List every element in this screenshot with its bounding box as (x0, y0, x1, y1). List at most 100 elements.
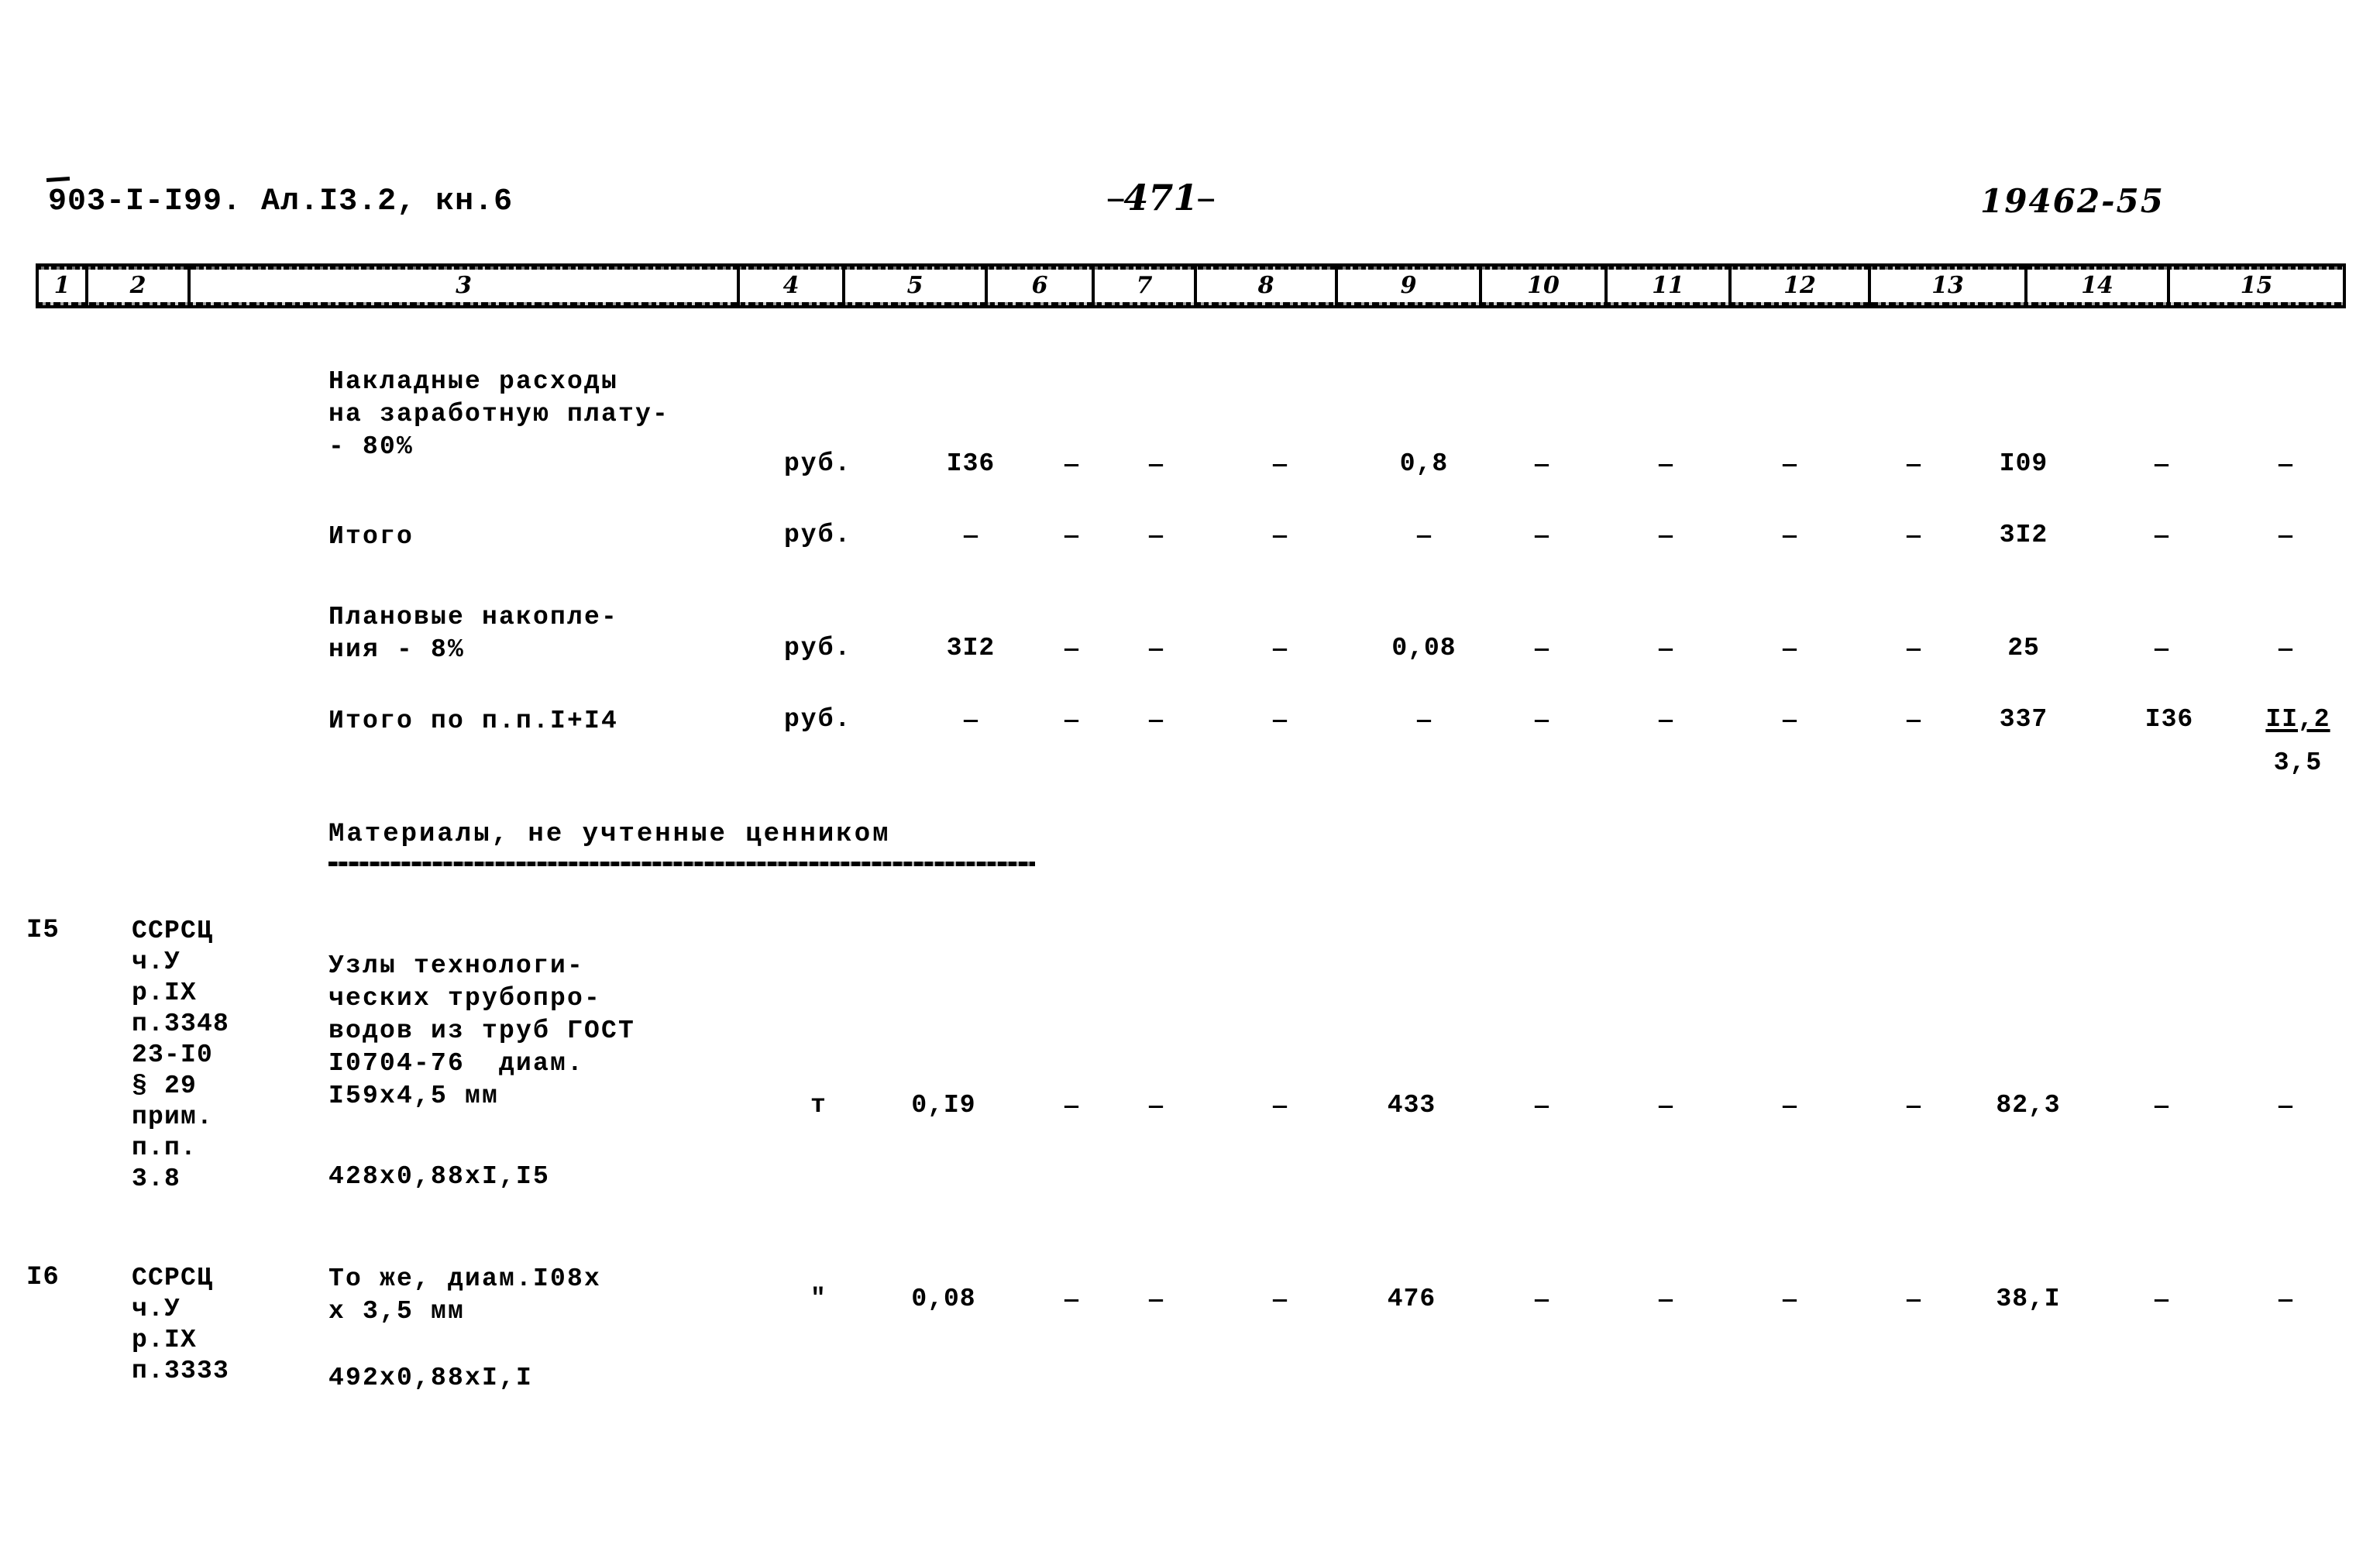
row-value-col10: — (1658, 1094, 1673, 1120)
row-value-col15: — (2278, 1094, 2293, 1120)
row-code-reference: ССРСЦ ч.У р.IХ п.3333 (132, 1264, 230, 1385)
row-value-col8: 0,8 (1399, 449, 1449, 478)
row-value-col6: — (1064, 637, 1079, 663)
row-value-col11: — (1782, 452, 1797, 479)
row-value-col9: — (1534, 1288, 1549, 1314)
row-value-col11: — (1782, 708, 1797, 734)
row-value-col8: 476 (1387, 1285, 1436, 1313)
row-description: Итого (328, 522, 414, 551)
row-value-col13: 38,I (1996, 1285, 2061, 1313)
column-header-1: 1 (39, 267, 88, 305)
row-value-col14: — (2154, 1288, 2169, 1314)
row-value-col14: — (2154, 524, 2169, 550)
column-header-14: 14 (2027, 267, 2170, 305)
row-value-col6: — (1064, 452, 1079, 479)
row-value-col10: — (1658, 1288, 1673, 1314)
row-value-col15: — (2278, 1288, 2293, 1314)
row-value-col13: 337 (1999, 705, 2048, 734)
row-value-col9: — (1534, 637, 1549, 663)
section-heading-materials: Материалы, не учтенные ценником (328, 820, 891, 849)
row-unit: руб. (784, 449, 852, 478)
page-number-dash-left: — (1108, 186, 1124, 215)
row-value-col12: — (1906, 452, 1921, 479)
row-value-col12: — (1906, 524, 1921, 550)
row-value-col6: — (1064, 524, 1079, 550)
row-number: I6 (26, 1263, 60, 1292)
row-value-col5: 3I2 (946, 634, 996, 662)
archive-stamp-number: 19462-55 (1980, 182, 2165, 220)
row-description: Узлы технологи- ческих трубопро- водов и… (328, 951, 636, 1110)
row-value-col10: — (1658, 524, 1673, 550)
row-value-col7: — (1148, 1288, 1164, 1314)
section-heading-underline (328, 862, 1035, 866)
document-page: 903-I-I99. Ал.I3.2, кн.6 —471— 19462-55 … (0, 0, 2380, 1555)
column-number-ruler: 1 2 3 4 5 6 7 8 9 10 11 12 13 14 15 (36, 263, 2346, 308)
row-value-col12: — (1906, 1288, 1921, 1314)
row-value-col13: 82,3 (1996, 1091, 2061, 1120)
row-value-col14: — (2154, 452, 2169, 479)
row-value-col14: — (2154, 637, 2169, 663)
column-header-13: 13 (1871, 267, 2027, 305)
document-code-prefix: 9 (48, 184, 68, 219)
row-value-col14: — (2154, 1094, 2169, 1120)
row-value-col14: I36 (2144, 705, 2194, 734)
row-value-col12: — (1906, 1094, 1921, 1120)
row-number: I5 (26, 916, 60, 945)
row-value-col15: — (2278, 524, 2293, 550)
row-value-col8: — (1416, 524, 1432, 550)
row-value-col8: 433 (1387, 1091, 1436, 1120)
page-number-dash-right: — (1198, 186, 1214, 215)
row-value-col9: — (1534, 524, 1549, 550)
column-header-6: 6 (988, 267, 1095, 305)
column-header-2: 2 (88, 267, 191, 305)
row-value-col5: 0,I9 (911, 1091, 976, 1120)
row-code-reference: ССРСЦ ч.У р.IХ п.3348 23-I0 § 29 прим. п… (132, 917, 230, 1193)
row-unit: " (810, 1285, 827, 1313)
document-code: 903-I-I99. Ал.I3.2, кн.6 (48, 184, 513, 219)
row-description: То же, диам.I08x x 3,5 мм (328, 1264, 602, 1326)
page-number-value: 471 (1123, 177, 1199, 218)
row-value-col8: — (1416, 708, 1432, 734)
column-header-10: 10 (1482, 267, 1608, 305)
row-value-col15-second: 3,5 (2273, 748, 2323, 777)
row-value-col11: — (1782, 637, 1797, 663)
document-code-rest: 03-I-I99. Ал.I3.2, кн.6 (67, 184, 514, 219)
row-unit: руб. (784, 705, 852, 734)
row-unit: руб. (784, 521, 852, 549)
row-description-secondary: 492x0,88xI,I (328, 1364, 534, 1392)
row-value-col5: — (963, 708, 978, 734)
row-unit: руб. (784, 634, 852, 662)
row-value-col9: — (1534, 708, 1549, 734)
row-value-col13: 3I2 (1999, 521, 2048, 549)
row-value-col8-dash: — (1272, 524, 1288, 550)
row-value-col9: — (1534, 1094, 1549, 1120)
row-description: Итого по п.п.I+I4 (328, 707, 619, 735)
row-value-col13: I09 (1999, 449, 2048, 478)
row-value-col10: — (1658, 637, 1673, 663)
row-value-col12: — (1906, 708, 1921, 734)
page-number: —471— (1108, 177, 1214, 218)
row-description-secondary: 428x0,88xI,I5 (328, 1162, 551, 1191)
row-value-col7: — (1148, 524, 1164, 550)
row-value-col11: — (1782, 1094, 1797, 1120)
column-header-12: 12 (1732, 267, 1871, 305)
row-description: Плановые накопле- ния - 8% (328, 603, 619, 664)
row-value-col8: 0,08 (1391, 634, 1457, 662)
row-value-col6: — (1064, 1288, 1079, 1314)
row-value-col11: — (1782, 524, 1797, 550)
row-value-col10: — (1658, 452, 1673, 479)
row-description: Накладные расходы на заработную плату- -… (328, 367, 670, 461)
row-value-col9: — (1534, 452, 1549, 479)
row-value-col15: — (2278, 452, 2293, 479)
row-value-col8-dash: — (1272, 452, 1288, 479)
row-value-col7: — (1148, 708, 1164, 734)
row-value-col11: — (1782, 1288, 1797, 1314)
column-header-15: 15 (2240, 272, 2273, 299)
column-header-5: 5 (845, 267, 988, 305)
column-header-3: 3 (191, 267, 740, 305)
row-unit: т (810, 1091, 827, 1120)
row-value-col5: 0,08 (911, 1285, 976, 1313)
row-value-col15: — (2278, 637, 2293, 663)
row-value-col7: — (1148, 637, 1164, 663)
row-value-col15: II,2 (2265, 705, 2330, 734)
